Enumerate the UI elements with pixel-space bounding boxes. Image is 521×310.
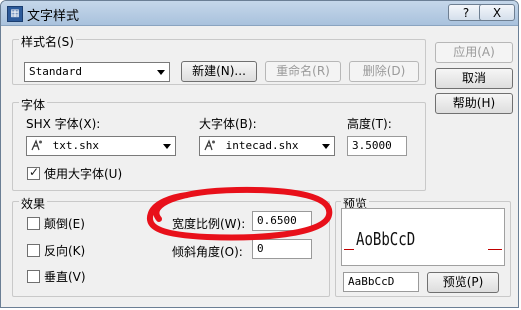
backwards-checkbox[interactable] xyxy=(27,244,40,257)
chevron-down-icon xyxy=(157,70,165,75)
font-group-label: 字体 xyxy=(19,96,48,113)
big-font-icon xyxy=(204,139,215,151)
oblique-angle-label: 倾斜角度(O): xyxy=(172,245,243,259)
preview-text-input[interactable]: AaBbCcD xyxy=(343,272,419,292)
preview-sample-text: AoBbCcD xyxy=(356,229,416,250)
vertical-checkbox[interactable] xyxy=(27,270,40,283)
close-button[interactable]: X xyxy=(479,4,515,21)
chevron-down-icon xyxy=(163,144,171,149)
shx-font-value: txt.shx xyxy=(52,139,99,152)
chevron-down-icon xyxy=(322,144,330,149)
backwards-label: 反向(K) xyxy=(44,244,86,258)
rename-style-button[interactable]: 重命名(R) xyxy=(265,61,341,82)
title-bar: ▦ 文字样式 ? X xyxy=(1,1,518,26)
style-name-select[interactable]: Standard xyxy=(24,62,170,82)
shx-font-select[interactable]: txt.shx xyxy=(26,136,176,156)
shx-font-icon xyxy=(31,139,42,151)
new-style-button[interactable]: 新建(N)... xyxy=(181,61,257,82)
upside-down-label: 颠倒(E) xyxy=(44,217,85,231)
use-big-font-label: 使用大字体(U) xyxy=(44,167,123,181)
big-font-label: 大字体(B): xyxy=(199,117,257,131)
cancel-button[interactable]: 取消 xyxy=(435,68,513,89)
vertical-label: 垂直(V) xyxy=(44,270,86,284)
app-icon: ▦ xyxy=(7,6,23,22)
text-style-dialog: ▦ 文字样式 ? X 样式名(S) Standard 新建(N)... 重命名(… xyxy=(0,0,519,308)
red-annotation-ellipse xyxy=(147,186,333,241)
style-name-label: 样式名(S) xyxy=(19,33,76,50)
upside-down-checkbox[interactable] xyxy=(27,217,40,230)
dialog-title: 文字样式 xyxy=(27,9,80,24)
preview-baseline-right xyxy=(488,249,502,250)
help-button[interactable]: 帮助(H) xyxy=(435,93,513,114)
dialog-body: 样式名(S) Standard 新建(N)... 重命名(R) 删除(D) 应用… xyxy=(7,29,514,303)
delete-style-button[interactable]: 删除(D) xyxy=(349,61,419,82)
effects-group-label: 效果 xyxy=(19,195,48,212)
shx-font-label: SHX 字体(X): xyxy=(26,117,101,131)
use-big-font-checkbox[interactable] xyxy=(27,165,40,180)
preview-canvas: AoBbCcD xyxy=(341,208,505,266)
height-input[interactable]: 3.5000 xyxy=(347,136,407,156)
height-label: 高度(T): xyxy=(347,117,392,131)
style-name-value: Standard xyxy=(29,65,82,78)
big-font-select[interactable]: intecad.shx xyxy=(199,136,335,156)
apply-button[interactable]: 应用(A) xyxy=(435,42,513,63)
big-font-value: intecad.shx xyxy=(225,139,299,152)
preview-button[interactable]: 预览(P) xyxy=(427,272,499,293)
preview-baseline-left xyxy=(344,249,354,250)
